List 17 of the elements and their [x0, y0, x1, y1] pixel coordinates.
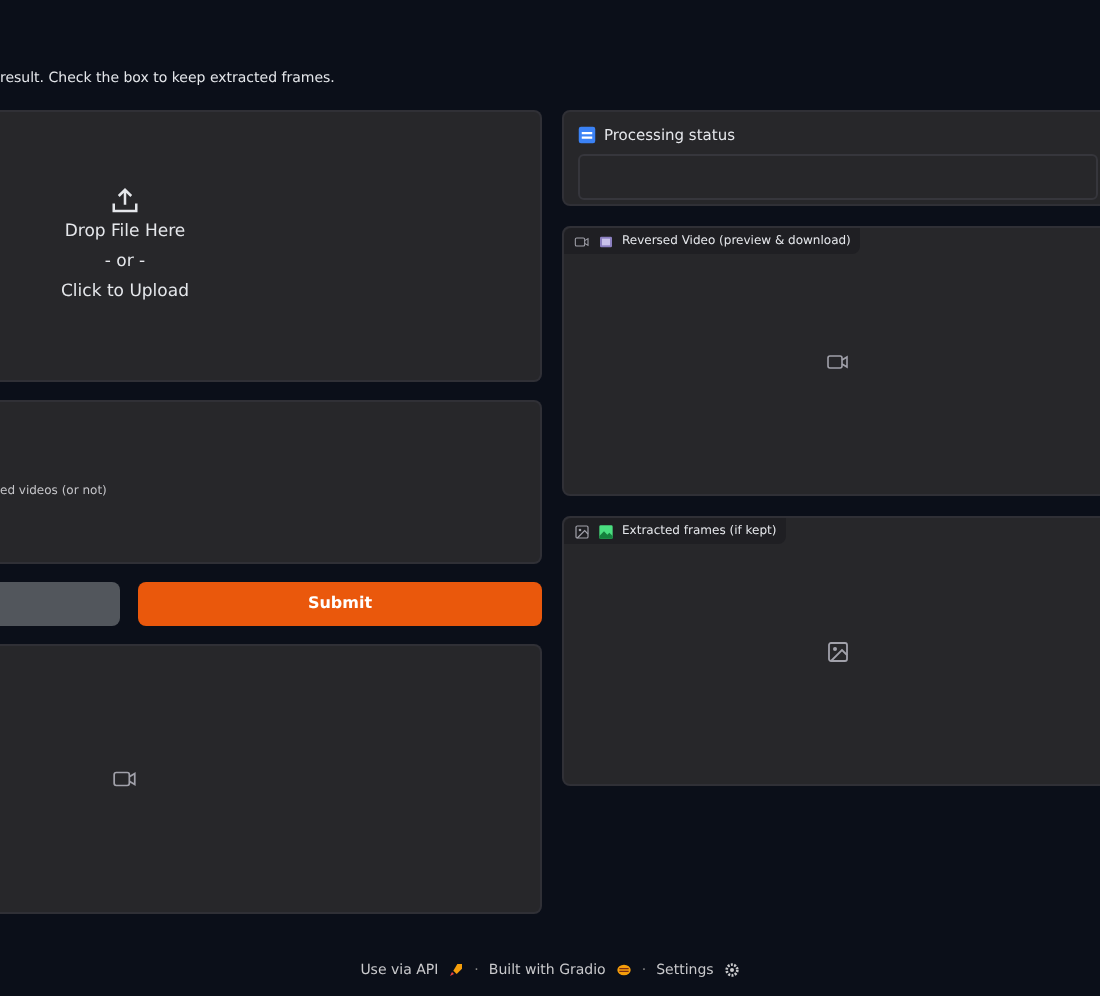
upload-area[interactable]: Drop File Here - or - Click to Upload [0, 110, 542, 382]
upload-icon [110, 186, 140, 217]
submit-button[interactable]: Submit [138, 582, 542, 626]
image-icon [825, 639, 849, 663]
upload-text: Click to Upload [61, 279, 189, 306]
film-icon [598, 233, 614, 249]
textbox-icon [578, 126, 596, 145]
video-icon [112, 766, 138, 792]
settings-icon [723, 961, 740, 978]
clear-button[interactable] [0, 582, 120, 626]
or-text: - or - [104, 250, 146, 276]
picture-icon [598, 523, 614, 539]
video-icon [574, 233, 590, 249]
logo-icon [615, 961, 632, 978]
video-icon [825, 349, 849, 373]
image-icon [574, 523, 590, 539]
drop-text: Drop File Here [64, 220, 186, 247]
